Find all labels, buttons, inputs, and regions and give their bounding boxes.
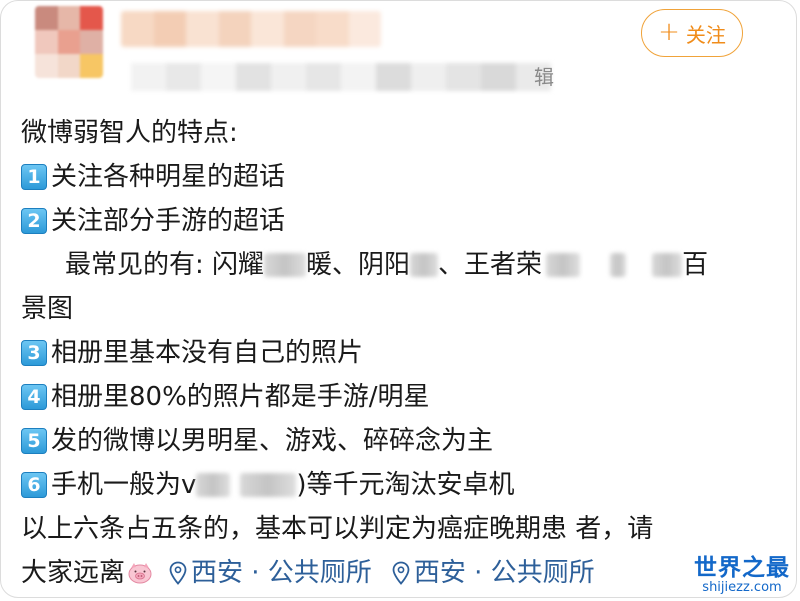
- redacted-text: [240, 473, 297, 497]
- detail-mid2: 、王者荣: [438, 250, 543, 280]
- location-link[interactable]: 西安 · 公共厕所: [414, 551, 595, 595]
- post-last-line: 大家远离 西安 · 公共厕所 西安 · 公共厕所: [21, 551, 781, 595]
- detail-wrap: 景图: [21, 294, 74, 324]
- number-5-icon: 5: [21, 428, 47, 454]
- list-item-prefix: 手机一般为v: [51, 470, 197, 500]
- post-meta-tail: 辑: [534, 65, 554, 89]
- number-1-icon: 1: [21, 164, 47, 190]
- list-item-text: 关注各种明星的超话: [51, 162, 286, 192]
- list-item: 6 手机一般为v )等千元淘汰安卓机: [21, 463, 781, 507]
- post-meta-redacted: [131, 63, 551, 91]
- detail-end: 百: [682, 250, 709, 280]
- list-item-text: 关注部分手游的超话: [51, 206, 286, 236]
- post-title-text: 微博弱智人的特点:: [21, 118, 238, 148]
- watermark-domain: shijiezz.com: [702, 580, 782, 595]
- location-link[interactable]: 西安 · 公共厕所: [191, 551, 372, 595]
- weibo-post-card: 辑 + 关注 微博弱智人的特点: 1 关注各种明星的超话 2 关注部分手游的超话…: [0, 0, 797, 598]
- list-item: 3 相册里基本没有自己的照片: [21, 331, 781, 375]
- list-item: 4 相册里80%的照片都是手游/明星: [21, 375, 781, 419]
- post-conclusion: 以上六条占五条的，基本可以判定为癌症晚期患 者，请: [21, 507, 781, 551]
- redacted-text: [196, 473, 231, 497]
- list-item: 1 关注各种明星的超话: [21, 155, 781, 199]
- follow-button[interactable]: + 关注: [641, 9, 743, 57]
- number-4-icon: 4: [21, 384, 47, 410]
- detail-prefix: 最常见的有: 闪耀: [65, 250, 265, 280]
- post-body: 微博弱智人的特点: 1 关注各种明星的超话 2 关注部分手游的超话 最常见的有:…: [21, 111, 781, 595]
- post-title: 微博弱智人的特点:: [21, 111, 781, 155]
- username-redacted[interactable]: [121, 11, 381, 47]
- redacted-text: [410, 253, 439, 277]
- pig-emoji-icon: [128, 563, 152, 584]
- number-3-icon: 3: [21, 340, 47, 366]
- location-pin-icon: [169, 561, 187, 585]
- number-6-icon: 6: [21, 472, 47, 498]
- redacted-text: [610, 253, 627, 277]
- redacted-text: [264, 253, 307, 277]
- detail-mid1: 暖、阴阳: [306, 250, 411, 280]
- site-watermark: 世界之最 shijiezz.com: [694, 555, 790, 595]
- watermark-brand: 世界之最: [694, 555, 790, 581]
- avatar[interactable]: [35, 6, 103, 78]
- list-item-text: 发的微博以男明星、游戏、碎碎念为主: [51, 426, 494, 456]
- list-item-suffix: )等千元淘汰安卓机: [296, 470, 515, 500]
- redacted-text: [652, 253, 683, 277]
- list-item-text: 相册里80%的照片都是手游/明星: [51, 382, 430, 412]
- location-pin-icon: [392, 561, 410, 585]
- list-item-text: 相册里基本没有自己的照片: [51, 338, 364, 368]
- list-item-detail-wrap: 景图: [21, 287, 781, 331]
- redacted-text: [546, 253, 581, 277]
- plus-icon: +: [658, 17, 680, 47]
- last-line-text: 大家远离: [21, 558, 126, 588]
- conclusion-text: 以上六条占五条的，基本可以判定为癌症晚期患 者，请: [21, 514, 654, 544]
- follow-label: 关注: [685, 22, 726, 47]
- list-item: 2 关注部分手游的超话: [21, 199, 781, 243]
- list-item-detail: 最常见的有: 闪耀 暖、阴阳 、王者荣 百: [21, 243, 781, 287]
- number-2-icon: 2: [21, 208, 47, 234]
- list-item: 5 发的微博以男明星、游戏、碎碎念为主: [21, 419, 781, 463]
